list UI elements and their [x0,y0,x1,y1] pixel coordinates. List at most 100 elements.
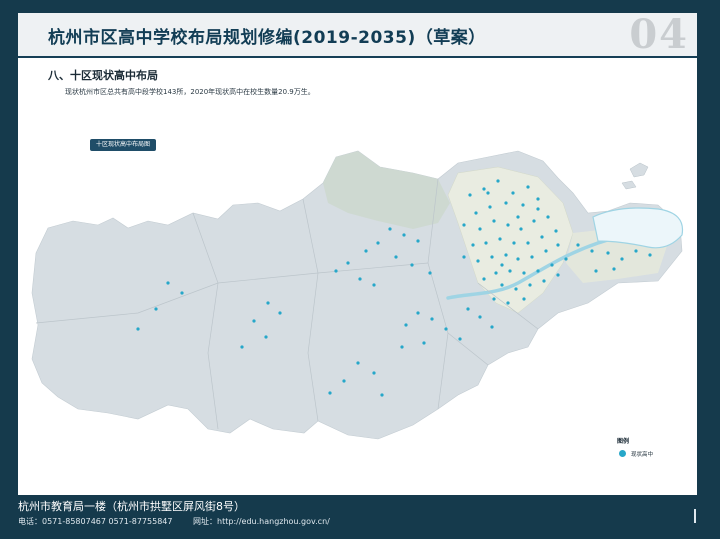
school-marker [620,257,624,261]
footer: 杭州市教育局一楼（杭州市拱墅区屏风街8号） 电话：0571-85807467 0… [0,495,720,539]
school-marker [266,301,270,305]
school-marker [528,283,532,287]
school-marker [346,261,350,265]
school-marker [358,277,362,281]
school-marker [364,249,368,253]
school-marker [506,223,510,227]
school-marker [278,311,282,315]
school-marker [488,205,492,209]
school-marker [508,269,512,273]
school-marker [468,193,472,197]
school-marker [486,191,490,195]
section-heading: 八、十区现状高中布局 [48,69,158,82]
district-map [31,150,684,440]
school-marker [536,197,540,201]
school-marker [428,271,432,275]
school-marker [166,281,170,285]
school-marker [180,291,184,295]
school-marker [594,269,598,273]
footer-address: 杭州市教育局一楼（杭州市拱墅区屏风街8号） [18,500,245,513]
school-marker [519,227,523,231]
school-marker [590,249,594,253]
title-bar: 杭州市区高中学校布局规划修编(2019-2035)（草案） 04 [18,13,697,58]
school-marker [466,307,470,311]
school-marker [474,211,478,215]
footer-contact: 电话：0571-85807467 0571-87755847 网址：http:/… [18,516,330,527]
map-island [629,162,649,178]
school-marker [328,391,332,395]
school-marker [544,249,548,253]
school-marker [430,317,434,321]
school-marker [342,379,346,383]
school-marker [556,273,560,277]
legend-item-label: 现状高中 [631,452,654,458]
school-marker [410,263,414,267]
school-marker [264,335,268,339]
map-title-badge: 十区现状高中布局图 [90,139,157,151]
school-marker [496,179,500,183]
school-marker [484,241,488,245]
page-title: 杭州市区高中学校布局规划修编(2019-2035)（草案） [48,28,486,48]
school-marker [416,311,420,315]
school-marker [500,283,504,287]
school-marker [516,257,520,261]
school-marker [380,393,384,397]
school-marker [516,215,520,219]
school-marker [252,319,256,323]
school-marker [478,315,482,319]
school-marker [500,263,504,267]
school-marker [482,277,486,281]
school-marker [154,307,158,311]
footer-website[interactable]: 网址：http://edu.hangzhou.gov.cn/ [193,517,330,526]
school-marker [504,201,508,205]
school-marker [612,267,616,271]
school-marker [416,239,420,243]
school-marker [504,253,508,257]
school-marker [494,271,498,275]
school-marker [526,241,530,245]
school-marker [402,233,406,237]
school-marker [554,229,558,233]
circle-dot-icon [619,450,626,457]
school-marker [634,249,638,253]
school-marker [564,257,568,261]
school-marker [376,241,380,245]
school-marker [556,243,560,247]
school-marker [334,269,338,273]
map-legend: 图例 现状高中 [617,436,687,472]
school-marker [388,227,392,231]
school-marker [550,263,554,267]
school-marker [458,337,462,341]
school-marker [522,297,526,301]
school-marker [478,227,482,231]
school-marker [492,219,496,223]
footer-bracket-line [694,509,696,523]
school-marker [506,301,510,305]
school-marker [546,215,550,219]
legend-title: 图例 [617,438,630,445]
document-page: 杭州市区高中学校布局规划修编(2019-2035)（草案） 04 八、十区现状高… [18,13,697,495]
school-marker [240,345,244,349]
school-marker [540,235,544,239]
school-marker [394,255,398,259]
school-marker [606,251,610,255]
school-marker [444,327,448,331]
school-marker [530,255,534,259]
map-island [621,180,637,190]
school-marker [471,243,475,247]
school-marker [490,255,494,259]
page-number: 04 [629,13,689,58]
school-marker [404,323,408,327]
school-marker [372,283,376,287]
school-marker [492,297,496,301]
school-marker [476,259,480,263]
school-marker [462,223,466,227]
school-marker [514,287,518,291]
school-marker [498,237,502,241]
school-marker [542,279,546,283]
school-marker [576,243,580,247]
school-marker [521,203,525,207]
school-marker [462,255,466,259]
school-marker [422,341,426,345]
school-marker [536,269,540,273]
